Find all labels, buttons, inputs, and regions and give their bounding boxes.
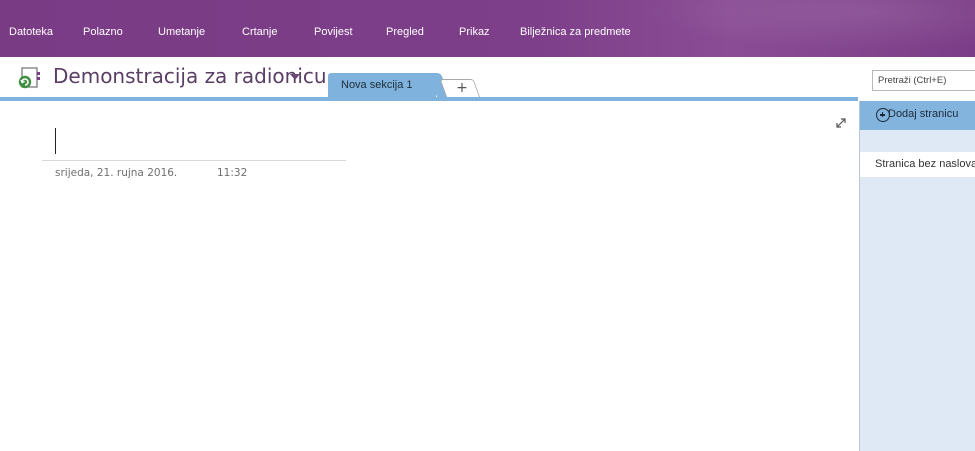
text-cursor [55, 128, 56, 154]
page-list-item[interactable]: Stranica bez naslova [860, 152, 975, 177]
search-input[interactable]: Pretraži (Ctrl+E) [872, 70, 975, 91]
notebook-title[interactable]: Demonstracija za radionicu [53, 64, 327, 88]
ribbon-tab-crtanje[interactable]: Crtanje [242, 26, 277, 38]
caret-down-icon[interactable] [289, 71, 301, 83]
tab-nova-sekcija-1[interactable]: Nova sekcija 1 [328, 73, 436, 98]
add-circle-icon[interactable] [876, 108, 890, 122]
page-list-spacer [860, 130, 975, 150]
ribbon-tab-umetanje[interactable]: Umetanje [158, 26, 205, 38]
section-tab-label: Nova sekcija 1 [341, 79, 413, 91]
ribbon-tab-prikaz[interactable]: Prikaz [459, 26, 490, 38]
page-time: 11:32 [217, 167, 248, 179]
ribbon-tab-biljeznica[interactable]: Bilježnica za predmete [520, 26, 631, 38]
page-title-field[interactable] [42, 160, 346, 161]
ribbon-decoration [600, 0, 975, 57]
ribbon-tab-povijest[interactable]: Povijest [314, 26, 353, 38]
plus-icon[interactable]: + [453, 79, 471, 97]
ribbon-tab-polazno[interactable]: Polazno [83, 26, 123, 38]
expand-icon[interactable] [835, 117, 847, 129]
notebook-icon[interactable] [17, 67, 43, 91]
ribbon-tab-datoteka[interactable]: Datoteka [9, 26, 53, 38]
page-date: srijeda, 21. rujna 2016. [55, 167, 178, 179]
section-tab-underline [0, 97, 858, 101]
ribbon-tab-pregled[interactable]: Pregled [386, 26, 424, 38]
